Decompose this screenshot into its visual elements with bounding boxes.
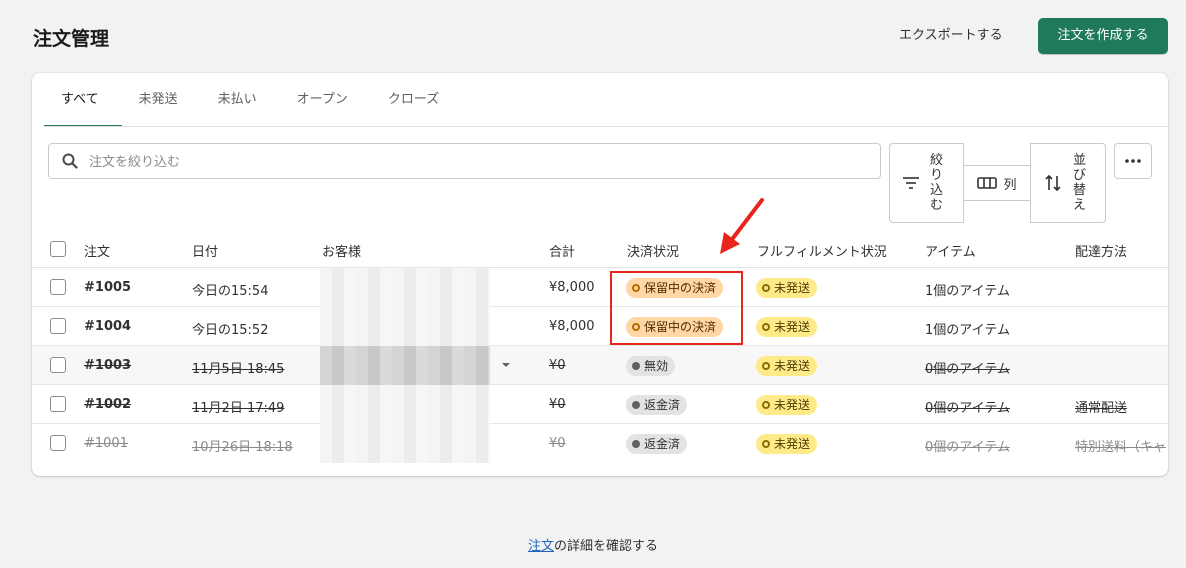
column-delivery[interactable]: 配達方法 <box>1075 241 1127 260</box>
order-id[interactable]: #1005 <box>84 280 131 295</box>
tab-unfulfilled[interactable]: 未発送 <box>122 73 201 127</box>
payment-status-badge: 返金済 <box>626 434 688 454</box>
order-total: ¥0 <box>549 358 566 373</box>
footer-text: の詳細を確認する <box>554 539 659 554</box>
sort-label: 並び替え <box>1073 153 1087 213</box>
fulfillment-status-badge: 未発送 <box>756 395 818 415</box>
column-payment-status[interactable]: 決済状況 <box>627 241 679 260</box>
order-items: 0個のアイテム <box>925 401 1010 416</box>
order-date: 11月5日 18:45 <box>192 362 285 377</box>
tab-all[interactable]: すべて <box>44 73 122 127</box>
order-id[interactable]: #1003 <box>84 358 131 373</box>
customer-name-redacted <box>320 385 490 424</box>
status-dot-icon <box>762 323 770 331</box>
order-total: ¥0 <box>549 397 566 412</box>
order-total: ¥0 <box>549 436 566 451</box>
footer-help: 注文の詳細を確認する <box>0 535 1186 554</box>
table-row[interactable]: #1005 今日の15:54 ¥8,000 保留中の決済 未発送 1個のアイテム <box>32 268 1168 307</box>
columns-label: 列 <box>1003 177 1017 193</box>
row-checkbox[interactable] <box>50 279 66 295</box>
order-id[interactable]: #1002 <box>84 397 131 412</box>
payment-status-badge: 返金済 <box>626 395 688 415</box>
order-items: 0個のアイテム <box>925 440 1010 455</box>
table-row[interactable]: #1001 10月26日 18:18 ¥0 返金済 未発送 0個のアイテム 特別… <box>32 424 1168 463</box>
row-checkbox[interactable] <box>50 357 66 373</box>
order-id[interactable]: #1004 <box>84 319 131 334</box>
order-total: ¥8,000 <box>549 319 595 334</box>
page-title: 注文管理 <box>33 28 110 50</box>
fulfillment-status-badge: 未発送 <box>756 356 818 376</box>
status-dot-icon <box>762 284 770 292</box>
columns-button[interactable]: 列 <box>963 165 1031 201</box>
export-button[interactable]: エクスポートする <box>885 17 1017 54</box>
order-date: 11月2日 17:49 <box>192 401 285 416</box>
row-checkbox[interactable] <box>50 396 66 412</box>
sort-button[interactable]: 並び替え <box>1030 143 1106 223</box>
customer-name-redacted <box>320 268 490 307</box>
search-icon <box>62 153 78 169</box>
table-row[interactable]: #1003 11月5日 18:45 ¥0 無効 未発送 0個のアイテム <box>32 346 1168 385</box>
column-order[interactable]: 注文 <box>84 241 110 260</box>
customer-name-redacted <box>320 346 490 385</box>
more-actions-button[interactable] <box>1114 143 1152 179</box>
select-all-checkbox[interactable] <box>50 241 66 257</box>
filter-button[interactable]: 絞り込む <box>889 143 964 223</box>
column-total[interactable]: 合計 <box>549 241 575 260</box>
status-dot-icon <box>762 362 770 370</box>
column-date[interactable]: 日付 <box>192 241 218 260</box>
tab-divider <box>44 126 1168 127</box>
more-horizontal-icon <box>1125 159 1141 163</box>
order-date: 今日の15:54 <box>192 284 269 299</box>
order-delivery: 通常配送 <box>1075 401 1128 416</box>
order-items: 1個のアイテム <box>925 284 1010 299</box>
column-fulfillment-status[interactable]: フルフィルメント状況 <box>757 241 887 260</box>
search-field[interactable] <box>48 143 881 179</box>
tab-closed[interactable]: クローズ <box>371 73 462 127</box>
chevron-down-icon[interactable] <box>501 362 511 368</box>
table-row[interactable]: #1002 11月2日 17:49 ¥0 返金済 未発送 0個のアイテム 通常配… <box>32 385 1168 424</box>
tab-open[interactable]: オープン <box>280 73 371 127</box>
fulfillment-status-badge: 未発送 <box>756 317 818 337</box>
order-items: 1個のアイテム <box>925 323 1010 338</box>
fulfillment-status-badge: 未発送 <box>756 278 818 298</box>
columns-icon <box>977 177 998 189</box>
payment-status-badge: 無効 <box>626 356 676 376</box>
status-dot-icon <box>632 401 640 409</box>
order-date: 10月26日 18:18 <box>192 440 293 455</box>
filter-label: 絞り込む <box>930 153 944 213</box>
row-checkbox[interactable] <box>50 318 66 334</box>
annotation-highlight-box <box>610 271 743 345</box>
table-row[interactable]: #1004 今日の15:52 ¥8,000 保留中の決済 未発送 1個のアイテム <box>32 307 1168 346</box>
fulfillment-status-badge: 未発送 <box>756 434 818 454</box>
order-delivery: 特別送料（キャ <box>1075 440 1167 455</box>
status-dot-icon <box>632 440 640 448</box>
order-date: 今日の15:52 <box>192 323 269 338</box>
order-id[interactable]: #1001 <box>84 436 128 451</box>
status-dot-icon <box>762 440 770 448</box>
column-items[interactable]: アイテム <box>925 241 976 260</box>
sort-icon <box>1045 174 1061 192</box>
orders-card: すべて 未発送 未払い オープン クローズ 絞り込む 列 並び替え 注文 日付 … <box>32 73 1168 476</box>
tab-unpaid[interactable]: 未払い <box>201 73 280 127</box>
filter-icon <box>903 177 919 189</box>
table-header: 注文 日付 お客様 合計 決済状況 フルフィルメント状況 アイテム 配達方法 <box>32 230 1168 268</box>
search-input[interactable] <box>89 152 849 172</box>
tab-bar: すべて 未発送 未払い オープン クローズ <box>44 73 462 127</box>
column-customer[interactable]: お客様 <box>322 241 361 260</box>
status-dot-icon <box>762 401 770 409</box>
order-items: 0個のアイテム <box>925 362 1010 377</box>
order-total: ¥8,000 <box>549 280 595 295</box>
annotation-arrow-icon <box>720 198 764 254</box>
customer-name-redacted <box>320 307 490 346</box>
row-checkbox[interactable] <box>50 435 66 451</box>
create-order-button[interactable]: 注文を作成する <box>1038 18 1168 54</box>
status-dot-icon <box>632 362 640 370</box>
customer-name-redacted <box>320 424 490 463</box>
orders-help-link[interactable]: 注文 <box>528 539 554 554</box>
